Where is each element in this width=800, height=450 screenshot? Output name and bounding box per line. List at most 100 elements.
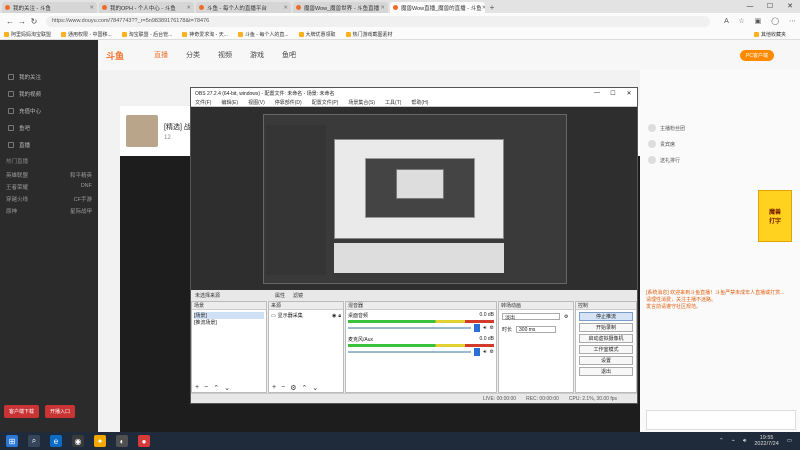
volume-slider[interactable] <box>348 351 472 353</box>
sidebar-item-recharge[interactable]: 充值中心 <box>0 102 98 119</box>
start-live-button[interactable]: 开播入口 <box>45 405 76 418</box>
move-up-icon[interactable]: ⌃ <box>213 384 219 392</box>
menu-edit[interactable]: 编辑(E) <box>221 99 238 106</box>
category-link[interactable]: 英雄联盟 <box>6 171 28 179</box>
exit-button[interactable]: 退出 <box>579 367 633 376</box>
close-icon[interactable]: ✕ <box>283 5 288 11</box>
network-icon[interactable]: ⌁ <box>732 438 735 444</box>
bookmark[interactable]: 阿里妈妈淘宝联盟 <box>4 31 51 38</box>
zoom-icon[interactable]: A <box>724 18 728 25</box>
maximize-icon[interactable]: ☐ <box>760 0 780 12</box>
sidebar-item-follow[interactable]: 我的关注 <box>0 68 98 85</box>
category-link[interactable]: 穿越火线 <box>6 195 28 203</box>
other-bookmarks[interactable]: 其他收藏夹 <box>753 31 786 38</box>
category-link[interactable]: 原神 <box>6 207 17 215</box>
close-icon[interactable]: ✕ <box>380 5 385 11</box>
bookmark[interactable]: 神奇爱求淘 - 天... <box>182 31 228 38</box>
browser-tab[interactable]: 魔兽Wow_魔兽世界 - 斗鱼直播 ✕ <box>293 2 388 13</box>
scene-item[interactable]: [场景] <box>194 312 264 319</box>
duration-input[interactable]: 300 ms <box>516 326 557 333</box>
menu-tools[interactable]: 工具(T) <box>385 99 401 106</box>
bookmark[interactable]: 通用权限 - 中国移... <box>61 31 112 38</box>
close-icon[interactable]: ✕ <box>621 90 637 97</box>
rank-item[interactable]: 主播粉丝团 <box>640 120 800 136</box>
rank-item[interactable]: 送礼排行 <box>640 152 800 168</box>
virtual-camera-button[interactable]: 启动虚拟摄像机 <box>579 334 633 343</box>
rank-item[interactable]: 贵宾席 <box>640 136 800 152</box>
menu-view[interactable]: 视图(V) <box>248 99 265 106</box>
source-item[interactable]: ▭ 显示器采集 ◉ 🔒︎ <box>271 312 341 320</box>
sidebar-item-video[interactable]: 我的视频 <box>0 85 98 102</box>
gear-icon[interactable]: ⚙ <box>564 314 568 320</box>
filters-button[interactable]: 滤镜 <box>293 292 303 299</box>
move-down-icon[interactable]: ⌄ <box>224 384 230 392</box>
url-input[interactable]: https://www.douyu.com/7847743??_r=5n9838… <box>46 15 711 27</box>
maximize-icon[interactable]: ☐ <box>605 90 621 97</box>
forward-icon[interactable]: → <box>16 17 28 26</box>
app-red-icon[interactable]: ● <box>138 435 150 447</box>
bookmark[interactable]: 淘宝联盟 - 后台管... <box>121 31 172 38</box>
clock[interactable]: 19:55 2022/7/24 <box>754 435 778 447</box>
browser-tab[interactable]: 我的OPH - 个人中心 - 斗鱼 ✕ <box>99 2 194 13</box>
menu-icon[interactable]: ⋯ <box>789 18 796 25</box>
obs-icon[interactable]: ◉ <box>72 435 84 447</box>
close-window-icon[interactable]: ✕ <box>780 0 800 12</box>
studio-mode-button[interactable]: 工作室模式 <box>579 345 633 354</box>
obs-preview[interactable] <box>191 108 637 290</box>
notification-icon[interactable]: ▭ <box>787 438 792 444</box>
search-icon[interactable]: ⌕ <box>28 435 40 447</box>
nav-forum[interactable]: 鱼吧 <box>282 50 296 60</box>
sidebar-row[interactable]: 穿越火线 CF手游 <box>0 193 98 205</box>
sidebar-item-forum[interactable]: 鱼吧 <box>0 119 98 136</box>
streamer-avatar[interactable] <box>126 115 158 147</box>
category-link[interactable]: DNF <box>81 183 92 191</box>
remove-icon[interactable]: − <box>281 384 285 391</box>
nav-live[interactable]: 直播 <box>154 50 168 60</box>
promo-banner[interactable]: 魔兽 打字 <box>758 190 792 242</box>
close-icon[interactable]: ✕ <box>482 5 485 11</box>
nav-games[interactable]: 游戏 <box>250 50 264 60</box>
lock-icon[interactable]: 🔒︎ <box>338 313 341 319</box>
start-recording-button[interactable]: 开始录制 <box>579 323 633 332</box>
volume-icon[interactable]: 🔊︎ <box>743 438 746 445</box>
browser-tab-active[interactable]: 魔兽Wow直播_魔兽的直播 - 斗鱼 ✕ <box>390 2 485 13</box>
bookmark[interactable]: 斗鱼 - 每个人的直... <box>237 31 289 38</box>
move-down-icon[interactable]: ⌄ <box>312 384 318 392</box>
close-icon[interactable]: ✕ <box>89 5 94 11</box>
nav-category[interactable]: 分类 <box>186 50 200 60</box>
site-logo[interactable]: 斗鱼 <box>106 49 124 62</box>
minimize-icon[interactable]: — <box>589 90 605 97</box>
sidebar-row[interactable]: 英雄联盟 和平精英 <box>0 169 98 181</box>
bookmark[interactable]: 大牌优惠领取 <box>298 31 336 38</box>
profile-icon[interactable]: ◯ <box>771 18 779 25</box>
close-icon[interactable]: ✕ <box>186 5 191 11</box>
category-link[interactable]: CF手游 <box>74 195 92 203</box>
download-client-button[interactable]: 客户端下载 <box>4 405 40 418</box>
move-up-icon[interactable]: ⌃ <box>301 384 307 392</box>
back-icon[interactable]: ← <box>4 17 16 26</box>
menu-help[interactable]: 帮助(H) <box>411 99 428 106</box>
category-link[interactable]: 王者荣耀 <box>6 183 28 191</box>
pc-client-button[interactable]: PC客户端 <box>740 50 774 61</box>
stop-streaming-button[interactable]: 停止推流 <box>579 312 633 321</box>
slider-knob[interactable] <box>474 324 481 332</box>
new-tab-button[interactable]: + <box>487 2 497 13</box>
speaker-icon[interactable]: 🔊︎ <box>483 325 486 331</box>
settings-button[interactable]: 设置 <box>579 356 633 365</box>
category-link[interactable]: 星际战甲 <box>70 207 92 215</box>
app-icon[interactable]: ◐ <box>116 435 128 447</box>
sidebar-row[interactable]: 王者荣耀 DNF <box>0 181 98 193</box>
category-link[interactable]: 和平精英 <box>70 171 92 179</box>
douyu-icon[interactable]: ✦ <box>94 435 106 447</box>
remove-icon[interactable]: − <box>204 384 208 391</box>
properties-button[interactable]: 属性 <box>275 292 285 299</box>
gear-icon[interactable]: ⚙ <box>290 384 296 392</box>
speaker-icon[interactable]: 🔊︎ <box>483 349 486 355</box>
menu-scene-collection[interactable]: 场景集合(S) <box>348 99 375 106</box>
browser-tab[interactable]: 斗鱼 - 每个人的直播平台 ✕ <box>196 2 291 13</box>
menu-profile[interactable]: 配置文件(P) <box>312 99 339 106</box>
gear-icon[interactable]: ⚙ <box>490 349 494 355</box>
refresh-icon[interactable]: ↻ <box>28 17 40 26</box>
chevron-up-icon[interactable]: ⌃ <box>719 438 724 444</box>
bookmark[interactable]: 热门游戏截图素材 <box>345 31 393 38</box>
